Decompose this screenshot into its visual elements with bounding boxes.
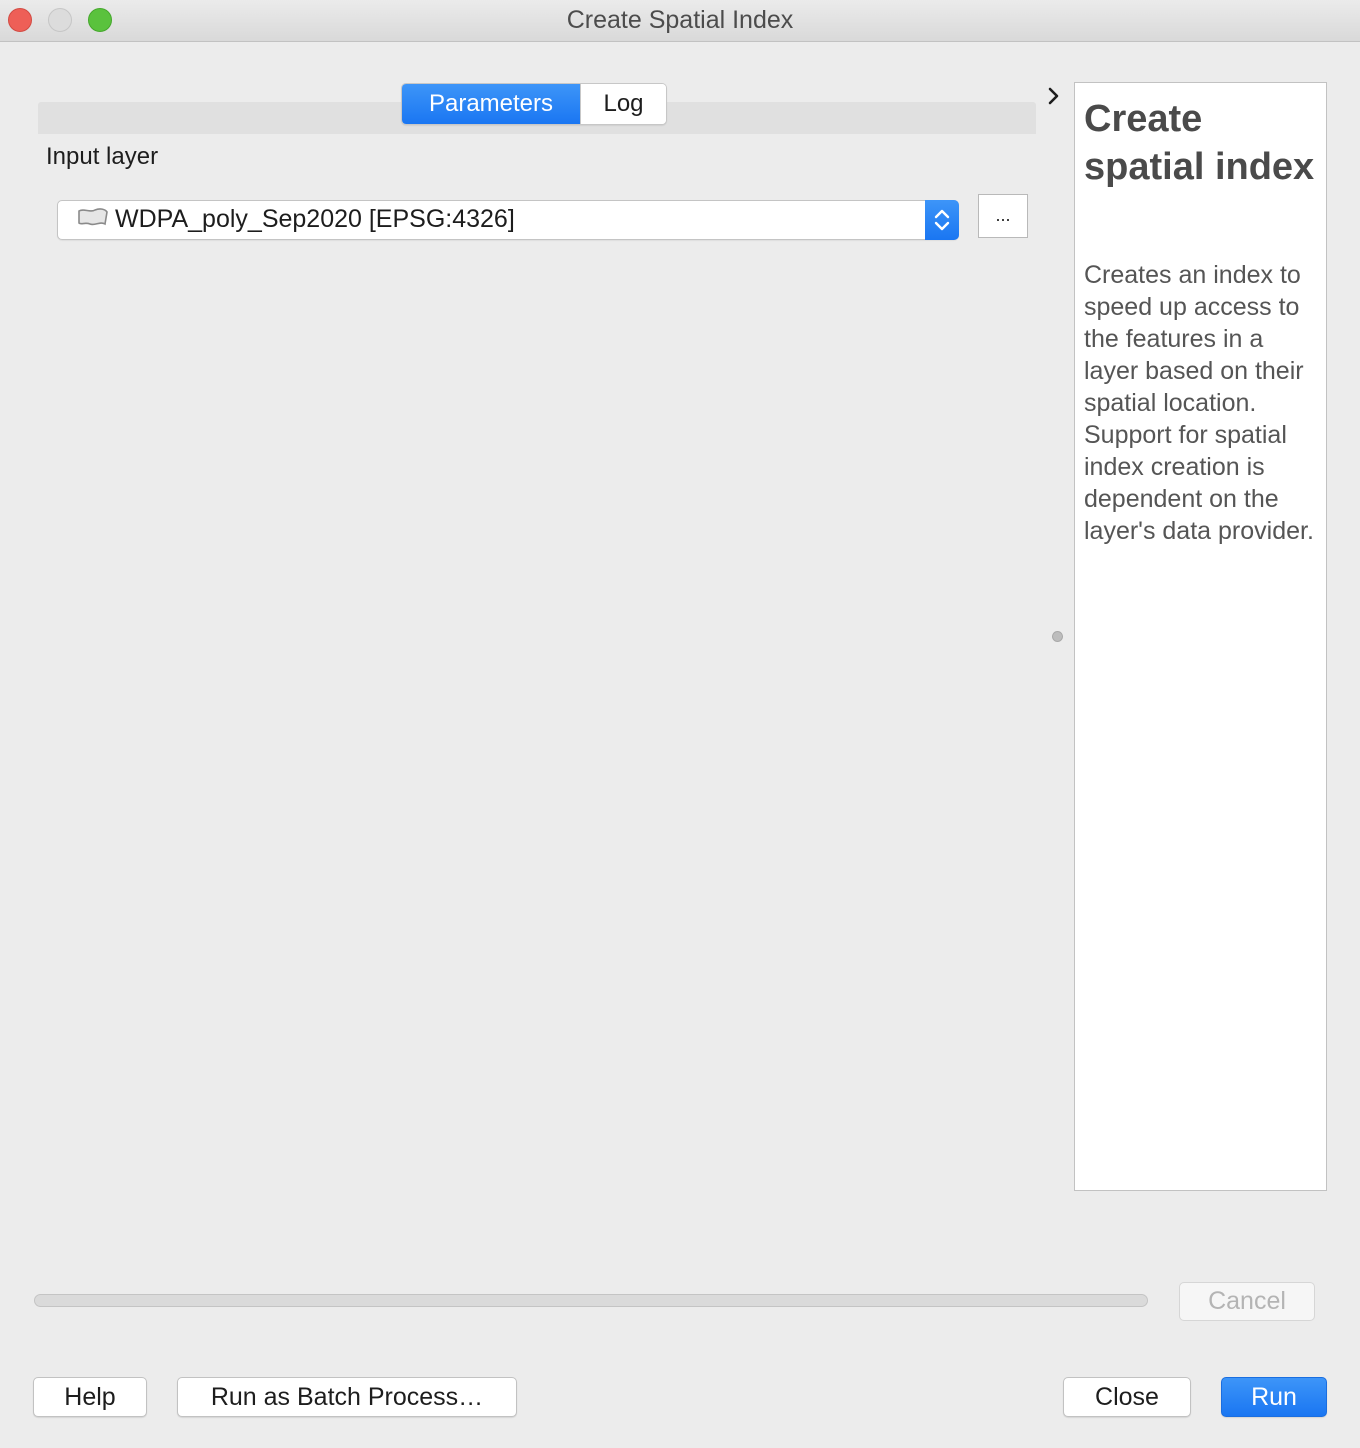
help-button[interactable]: Help xyxy=(33,1377,147,1417)
collapse-help-chevron-icon[interactable] xyxy=(1044,84,1064,108)
input-layer-value: WDPA_poly_Sep2020 [EPSG:4326] xyxy=(115,205,515,233)
combobox-stepper[interactable] xyxy=(925,200,959,240)
input-layer-combobox[interactable]: WDPA_poly_Sep2020 [EPSG:4326] xyxy=(57,200,959,240)
window-title: Create Spatial Index xyxy=(566,6,794,34)
tab-log[interactable]: Log xyxy=(580,84,666,124)
run-button[interactable]: Run xyxy=(1221,1377,1327,1417)
dialog-window: Create Spatial Index Parameters Log Inpu… xyxy=(0,0,1360,1448)
cancel-button[interactable]: Cancel xyxy=(1179,1282,1315,1321)
run-as-batch-button[interactable]: Run as Batch Process… xyxy=(177,1377,517,1417)
polygon-layer-icon xyxy=(78,208,108,226)
tab-parameters[interactable]: Parameters xyxy=(402,84,580,124)
chevron-up-down-icon xyxy=(934,209,950,231)
input-layer-label: Input layer xyxy=(46,143,159,170)
help-description: Creates an index to speed up access to t… xyxy=(1084,261,1314,545)
title-bar: Create Spatial Index xyxy=(0,0,1360,42)
help-title: Create spatial index xyxy=(1084,98,1315,188)
browse-layer-button[interactable]: ... xyxy=(978,194,1028,238)
progress-bar xyxy=(34,1294,1148,1307)
close-button[interactable]: Close xyxy=(1063,1377,1191,1417)
tab-bar: Parameters Log xyxy=(401,83,667,125)
splitter-handle[interactable] xyxy=(1052,631,1063,642)
help-panel: Create spatial index Creates an index to… xyxy=(1074,82,1327,1191)
